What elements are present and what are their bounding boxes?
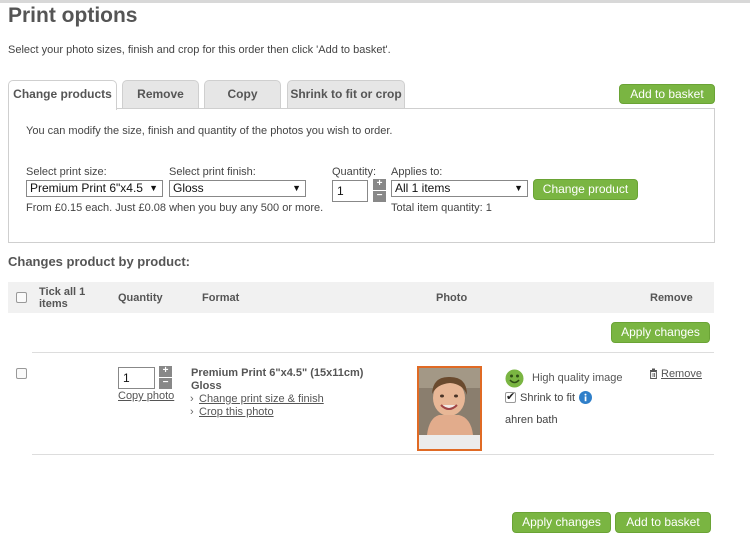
quantity-input[interactable]: 1: [332, 180, 368, 202]
tab-remove[interactable]: Remove: [122, 80, 199, 109]
row-divider: [32, 352, 714, 353]
copy-photo-link[interactable]: Copy photo: [118, 390, 174, 402]
quantity-decrement-icon[interactable]: −: [373, 191, 386, 202]
item-quantity-increment-icon[interactable]: +: [159, 366, 172, 377]
crop-photo-link[interactable]: Crop this photo: [199, 406, 274, 418]
info-icon[interactable]: [579, 391, 592, 404]
apply-changes-button-bottom[interactable]: Apply changes: [512, 512, 611, 533]
print-finish-label: Select print finish:: [169, 166, 256, 178]
shrink-to-fit-checkbox[interactable]: ✔: [505, 391, 516, 403]
photo-thumbnail[interactable]: [417, 366, 482, 451]
photo-filename: ahren bath: [505, 414, 558, 426]
quantity-increment-icon[interactable]: +: [373, 179, 386, 190]
remove-link[interactable]: Remove: [661, 368, 702, 380]
tab-change-products[interactable]: Change products: [8, 80, 117, 110]
item-format-name: Premium Print 6"x4.5" (15x11cm): [191, 367, 364, 379]
chevron-right-icon: ›: [190, 393, 194, 405]
chevron-right-icon: ›: [190, 406, 194, 418]
item-checkbox[interactable]: [16, 368, 27, 379]
checkmark-icon: ✔: [506, 391, 516, 403]
price-note: From £0.15 each. Just £0.08 when you buy…: [26, 202, 324, 214]
photo-header: Photo: [436, 292, 468, 304]
tab-copy[interactable]: Copy: [204, 80, 281, 109]
quantity-header: Quantity: [118, 292, 163, 304]
trash-icon[interactable]: [649, 368, 658, 379]
intro-text: Select your photo sizes, finish and crop…: [8, 44, 391, 56]
applies-to-label: Applies to:: [391, 166, 443, 178]
add-to-basket-button-bottom[interactable]: Add to basket: [615, 512, 711, 533]
section-heading: Changes product by product:: [8, 254, 190, 269]
chevron-down-icon: ▼: [292, 183, 301, 193]
smiley-icon: [505, 369, 524, 388]
row-divider: [32, 454, 714, 455]
item-quantity-input[interactable]: 1: [118, 367, 155, 389]
total-quantity: Total item quantity: 1: [391, 202, 492, 214]
shrink-to-fit-label: Shrink to fit: [520, 392, 576, 404]
top-border: [0, 0, 750, 3]
add-to-basket-button-top[interactable]: Add to basket: [619, 84, 715, 104]
chevron-down-icon: ▼: [149, 183, 158, 193]
quantity-label: Quantity:: [332, 166, 377, 178]
table-header: [8, 282, 714, 313]
change-print-size-link[interactable]: Change print size & finish: [199, 393, 324, 405]
applies-to-value: All 1 items: [395, 181, 451, 195]
panel-description: You can modify the size, finish and quan…: [26, 125, 393, 137]
tick-all-header: Tick all 1 items: [39, 286, 86, 310]
print-finish-select[interactable]: Gloss ▼: [169, 180, 306, 197]
chevron-down-icon: ▼: [514, 183, 523, 193]
print-finish-value: Gloss: [173, 181, 204, 195]
child-photo-image: [419, 368, 480, 449]
format-header: Format: [202, 292, 240, 304]
remove-header: Remove: [650, 292, 693, 304]
item-quantity-decrement-icon[interactable]: −: [159, 378, 172, 389]
tick-all-checkbox[interactable]: [16, 292, 27, 303]
page-title: Print options: [8, 4, 138, 27]
print-size-value: Premium Print 6"x4.5: [30, 181, 143, 195]
tab-shrink-or-crop[interactable]: Shrink to fit or crop: [287, 80, 405, 109]
applies-to-select[interactable]: All 1 items ▼: [391, 180, 528, 197]
change-product-button[interactable]: Change product: [533, 179, 638, 200]
print-size-select[interactable]: Premium Print 6"x4.5 ▼: [26, 180, 163, 197]
print-size-label: Select print size:: [26, 166, 107, 178]
apply-changes-button-top[interactable]: Apply changes: [611, 322, 710, 343]
quality-text: High quality image: [532, 372, 623, 384]
item-finish: Gloss: [191, 380, 222, 392]
